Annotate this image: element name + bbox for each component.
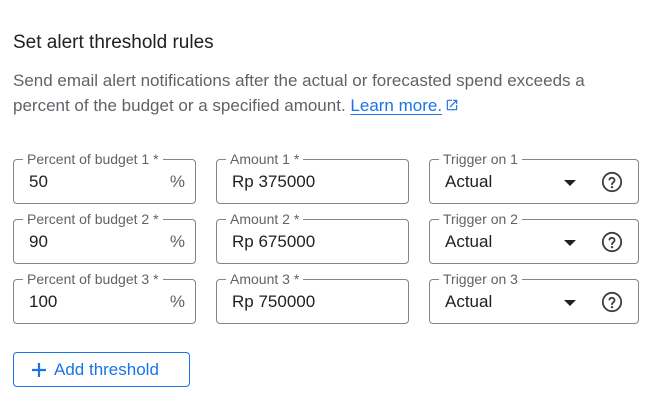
- percent-of-budget-1-label: Percent of budget 1 *: [23, 150, 163, 168]
- section-description: Send email alert notifications after the…: [13, 68, 633, 118]
- trigger-on-3-select[interactable]: Trigger on 3 Actual: [429, 270, 639, 324]
- percent-of-budget-3-field[interactable]: Percent of budget 3 * 100 %: [13, 270, 196, 324]
- amount-2-field[interactable]: Amount 2 * Rp 675000: [216, 210, 409, 264]
- description-text: Send email alert notifications after the…: [13, 71, 585, 115]
- amount-2-value: Rp 675000: [232, 232, 316, 251]
- trigger-on-1-select[interactable]: Trigger on 1 Actual: [429, 150, 639, 204]
- trigger-on-1-value: Actual: [445, 172, 493, 191]
- percent-of-budget-3-value: 100: [29, 292, 58, 311]
- amount-1-label: Amount 1 *: [226, 150, 304, 168]
- percent-suffix: %: [169, 232, 185, 251]
- help-circle-icon[interactable]: [601, 291, 623, 313]
- trigger-on-2-select[interactable]: Trigger on 2 Actual: [429, 210, 639, 264]
- percent-of-budget-1-field[interactable]: Percent of budget 1 * 50 %: [13, 150, 196, 204]
- trigger-on-2-label: Trigger on 2: [439, 210, 522, 228]
- percent-of-budget-2-label: Percent of budget 2 *: [23, 210, 163, 228]
- help-circle-icon[interactable]: [601, 231, 623, 253]
- percent-of-budget-3-label: Percent of budget 3 *: [23, 270, 163, 288]
- amount-3-label: Amount 3 *: [226, 270, 304, 288]
- add-threshold-button[interactable]: Add threshold: [13, 352, 190, 387]
- amount-2-label: Amount 2 *: [226, 210, 304, 228]
- trigger-on-2-value: Actual: [445, 232, 493, 251]
- percent-of-budget-1-value: 50: [29, 172, 48, 191]
- percent-suffix: %: [169, 172, 185, 191]
- amount-1-field[interactable]: Amount 1 * Rp 375000: [216, 150, 409, 204]
- add-threshold-label: Add threshold: [54, 359, 159, 379]
- percent-suffix: %: [169, 292, 185, 311]
- dropdown-arrow-icon[interactable]: [564, 180, 576, 186]
- trigger-on-1-label: Trigger on 1: [439, 150, 522, 168]
- external-link-icon[interactable]: [445, 98, 459, 112]
- dropdown-arrow-icon[interactable]: [564, 240, 576, 246]
- learn-more-label: Learn more.: [350, 96, 443, 115]
- amount-1-value: Rp 375000: [232, 172, 316, 191]
- dropdown-arrow-icon[interactable]: [564, 300, 576, 306]
- percent-of-budget-2-field[interactable]: Percent of budget 2 * 90 %: [13, 210, 196, 264]
- learn-more-link[interactable]: Learn more.: [350, 96, 442, 115]
- amount-3-value: Rp 750000: [232, 292, 316, 311]
- trigger-on-3-value: Actual: [445, 292, 493, 311]
- section-title: Set alert threshold rules: [13, 32, 214, 53]
- trigger-on-3-label: Trigger on 3: [439, 270, 522, 288]
- amount-3-field[interactable]: Amount 3 * Rp 750000: [216, 270, 409, 324]
- plus-icon: [32, 362, 46, 377]
- help-circle-icon[interactable]: [601, 171, 623, 193]
- percent-of-budget-2-value: 90: [29, 232, 48, 251]
